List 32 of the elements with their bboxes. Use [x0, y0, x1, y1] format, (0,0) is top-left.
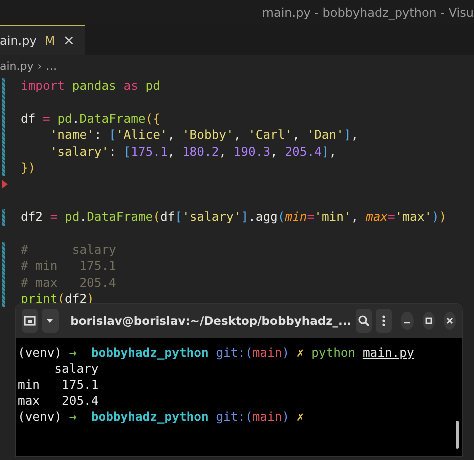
window-title: main.py - bobbyhadz_python - Visu: [262, 6, 474, 20]
close-icon: [444, 316, 455, 326]
terminal-line: max 205.4: [18, 393, 100, 409]
code-line: # max 205.4: [21, 274, 116, 292]
terminal-line: (venv) → bobbyhadz_python git:(main) ✗: [18, 409, 306, 425]
breadcrumb-separator: ›: [38, 60, 42, 72]
code-line: 'salary': [175.1, 180.2, 190.3, 205.4],: [49, 144, 337, 160]
code-line: # salary: [21, 242, 116, 258]
maximize-icon: [424, 316, 434, 326]
editor-tab[interactable]: ain.py M ×: [0, 25, 85, 55]
code-line: }): [21, 160, 36, 176]
maximize-button[interactable]: [422, 312, 435, 330]
terminal-line: min 175.1: [18, 377, 100, 393]
close-button[interactable]: [444, 312, 456, 330]
terminal-line: (venv) → bobbyhadz_python git:(main) ✗ python main.py: [18, 345, 416, 361]
terminal-line: salary: [54, 361, 100, 377]
search-icon: [356, 314, 371, 328]
code-line: # min 175.1: [21, 258, 116, 275]
code-line: df2 = pd.DataFrame(df['salary'].agg(min='min', max='max')): [21, 209, 447, 226]
scrollbar[interactable]: [456, 421, 459, 449]
code-line: df = pd.DataFrame({: [21, 110, 160, 128]
code-line: 'name': ['Alice', 'Bobby', 'Carl', 'Dan'],: [49, 127, 359, 144]
terminal-title: borislav@borislav:~/Desktop/bobbyhadz_...: [70, 314, 352, 328]
breadcrumb-item[interactable]: ain.py: [0, 60, 34, 72]
minimize-button[interactable]: [401, 312, 414, 330]
code-line: import pandas as pd: [21, 78, 160, 94]
terminal-tab-icon: [23, 314, 38, 328]
dropdown-button[interactable]: [42, 309, 59, 333]
breadcrumb-item[interactable]: …: [46, 60, 58, 72]
search-button[interactable]: [356, 309, 372, 333]
new-tab-button[interactable]: [22, 309, 38, 333]
menu-button[interactable]: [376, 309, 392, 333]
